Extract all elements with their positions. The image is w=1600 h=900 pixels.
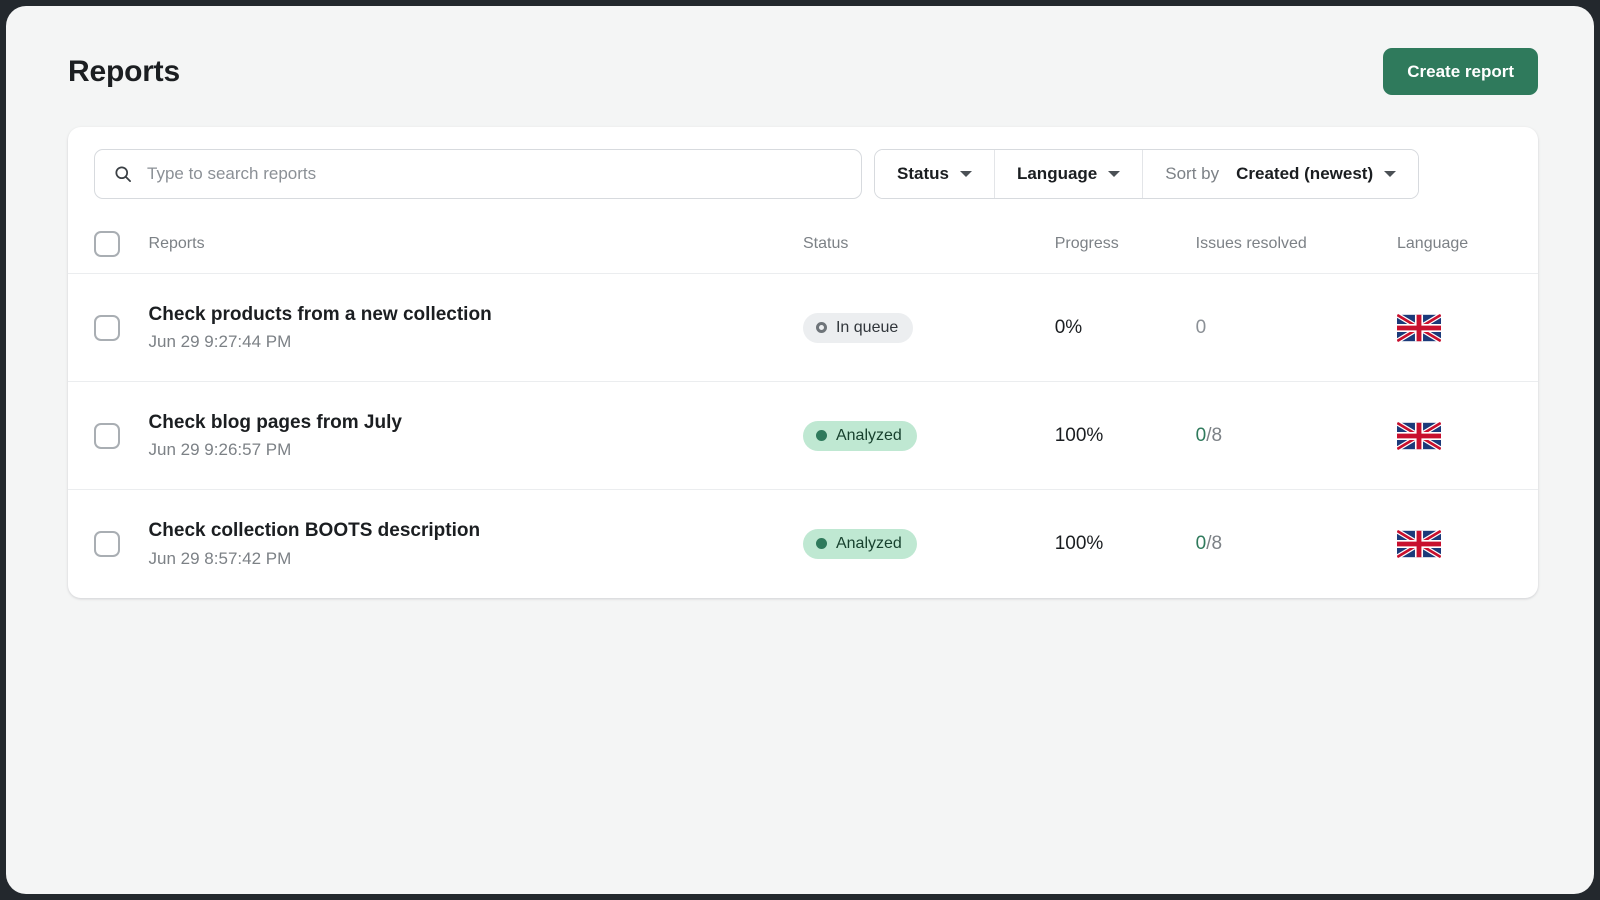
issues-resolved-value: 0	[1196, 317, 1207, 338]
reports-table: Reports Status Progress Issues resolved …	[68, 217, 1538, 598]
issues-resolved-count: 0	[1196, 533, 1207, 554]
select-all-checkbox[interactable]	[94, 231, 120, 257]
progress-column-header: Progress	[1055, 217, 1196, 274]
language-column-header: Language	[1397, 217, 1538, 274]
report-name-cell: Check collection BOOTS description Jun 2…	[149, 490, 803, 598]
status-cell: In queue	[803, 274, 1055, 382]
table-row[interactable]: Check products from a new collection Jun…	[68, 274, 1538, 382]
status-filter-button[interactable]: Status	[875, 150, 995, 198]
status-badge: Analyzed	[803, 529, 917, 559]
status-badge: In queue	[803, 313, 913, 343]
chevron-down-icon	[1384, 171, 1396, 177]
progress-value: 0%	[1055, 317, 1082, 338]
language-cell	[1397, 382, 1538, 490]
sort-by-value: Created (newest)	[1236, 164, 1373, 184]
issues-resolved-cell: 0	[1196, 274, 1397, 382]
table-row[interactable]: Check blog pages from July Jun 29 9:26:5…	[68, 382, 1538, 490]
progress-cell: 0%	[1055, 274, 1196, 382]
language-cell	[1397, 274, 1538, 382]
page-header: Reports Create report	[6, 6, 1594, 95]
issues-total: /8	[1206, 425, 1222, 446]
progress-value: 100%	[1055, 533, 1104, 554]
status-cell: Analyzed	[803, 490, 1055, 598]
report-name[interactable]: Check blog pages from July	[149, 411, 803, 435]
table-body: Check products from a new collection Jun…	[68, 274, 1538, 598]
issues-resolved-cell: 0/8	[1196, 490, 1397, 598]
status-label: In queue	[836, 320, 898, 336]
issues-resolved-count: 0	[1196, 425, 1207, 446]
uk-flag-icon	[1397, 422, 1441, 450]
report-date: Jun 29 9:27:44 PM	[149, 332, 803, 352]
uk-flag-icon	[1397, 314, 1441, 342]
report-date: Jun 29 9:26:57 PM	[149, 440, 803, 460]
reports-page: Reports Create report Status	[6, 6, 1594, 894]
reports-card: Status Language Sort by Created (newest)	[68, 127, 1538, 598]
report-name[interactable]: Check collection BOOTS description	[149, 519, 803, 543]
progress-value: 100%	[1055, 425, 1104, 446]
table-header-row: Reports Status Progress Issues resolved …	[68, 217, 1538, 274]
search-input[interactable]	[94, 149, 862, 199]
select-all-header	[68, 217, 149, 274]
report-date: Jun 29 8:57:42 PM	[149, 549, 803, 569]
report-name-cell: Check blog pages from July Jun 29 9:26:5…	[149, 382, 803, 490]
table-head: Reports Status Progress Issues resolved …	[68, 217, 1538, 274]
reports-column-header: Reports	[149, 217, 803, 274]
status-dot-icon	[816, 538, 827, 549]
issues-resolved-count: 0	[1196, 317, 1207, 338]
status-filter-label: Status	[897, 164, 949, 184]
page-title: Reports	[68, 55, 180, 89]
uk-flag-icon	[1397, 530, 1441, 558]
sort-by-prefix: Sort by	[1165, 164, 1219, 184]
issues-resolved-value: 0/8	[1196, 533, 1222, 554]
filter-group: Status Language Sort by Created (newest)	[874, 149, 1419, 199]
status-dot-icon	[816, 430, 827, 441]
issues-resolved-value: 0/8	[1196, 425, 1222, 446]
language-filter-label: Language	[1017, 164, 1097, 184]
row-checkbox[interactable]	[94, 531, 120, 557]
row-select-cell	[68, 274, 149, 382]
status-column-header: Status	[803, 217, 1055, 274]
sort-by-button[interactable]: Sort by Created (newest)	[1143, 150, 1418, 198]
issues-total: /8	[1206, 533, 1222, 554]
language-cell	[1397, 490, 1538, 598]
table-row[interactable]: Check collection BOOTS description Jun 2…	[68, 490, 1538, 598]
status-label: Analyzed	[836, 536, 902, 552]
row-select-cell	[68, 382, 149, 490]
row-checkbox[interactable]	[94, 315, 120, 341]
progress-cell: 100%	[1055, 382, 1196, 490]
app-window: Reports Create report Status	[6, 6, 1594, 894]
progress-cell: 100%	[1055, 490, 1196, 598]
row-checkbox[interactable]	[94, 423, 120, 449]
status-dot-ring-icon	[816, 322, 827, 333]
reports-toolbar: Status Language Sort by Created (newest)	[68, 127, 1538, 217]
report-name[interactable]: Check products from a new collection	[149, 303, 803, 327]
chevron-down-icon	[960, 171, 972, 177]
chevron-down-icon	[1108, 171, 1120, 177]
report-name-cell: Check products from a new collection Jun…	[149, 274, 803, 382]
create-report-button[interactable]: Create report	[1383, 48, 1538, 95]
status-label: Analyzed	[836, 428, 902, 444]
issues-resolved-cell: 0/8	[1196, 382, 1397, 490]
status-badge: Analyzed	[803, 421, 917, 451]
issues-resolved-column-header: Issues resolved	[1196, 217, 1397, 274]
row-select-cell	[68, 490, 149, 598]
search-field-wrapper	[94, 149, 862, 199]
status-cell: Analyzed	[803, 382, 1055, 490]
language-filter-button[interactable]: Language	[995, 150, 1143, 198]
